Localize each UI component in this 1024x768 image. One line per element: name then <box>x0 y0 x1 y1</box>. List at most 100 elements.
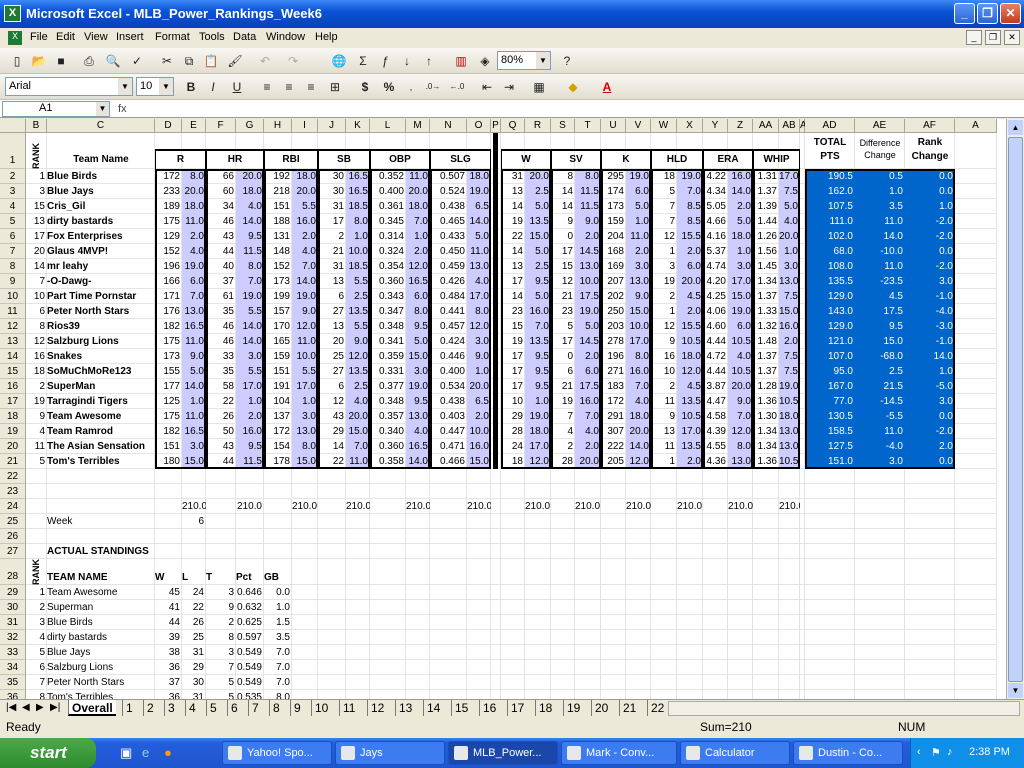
sort-ascending-icon[interactable]: ↓ <box>398 52 416 70</box>
category-points-cell[interactable]: 19.0 <box>677 169 703 184</box>
category-value-cell[interactable]: 175 <box>155 409 182 424</box>
category-value-cell[interactable]: 1.28 <box>753 379 779 394</box>
difference-change-cell[interactable]: 3.0 <box>855 454 905 469</box>
copy-icon[interactable]: ⧉ <box>180 52 198 70</box>
row-header[interactable]: 1 <box>0 133 26 169</box>
row-header[interactable]: 34 <box>0 660 26 675</box>
category-points-cell[interactable]: 14.0 <box>236 214 264 229</box>
category-header-slg[interactable]: SLG <box>430 151 491 169</box>
category-value-cell[interactable]: 22 <box>206 394 236 409</box>
category-points-cell[interactable]: 14.0 <box>626 439 651 454</box>
category-value-cell[interactable]: 180 <box>155 454 182 469</box>
category-points-cell[interactable]: 7.0 <box>626 379 651 394</box>
align-center-icon[interactable]: ≡ <box>280 78 298 96</box>
standings-title[interactable]: ACTUAL STANDINGS <box>47 544 206 559</box>
category-points-cell[interactable]: 18.0 <box>467 169 491 184</box>
category-value-cell[interactable]: 30 <box>318 184 346 199</box>
category-value-cell[interactable]: 189 <box>155 199 182 214</box>
category-value-cell[interactable]: 12 <box>651 319 677 334</box>
category-value-cell[interactable]: 17 <box>501 274 525 289</box>
category-value-cell[interactable]: 14 <box>551 199 575 214</box>
category-value-cell[interactable]: 19 <box>551 394 575 409</box>
category-value-cell[interactable]: 0.343 <box>370 289 406 304</box>
category-points-cell[interactable]: 8.0 <box>728 439 753 454</box>
row-header[interactable]: 11 <box>0 304 26 319</box>
standings-losses-cell[interactable]: 31 <box>182 645 206 660</box>
menu-help[interactable]: Help <box>315 31 338 43</box>
column-header-ad[interactable]: AD <box>805 119 855 133</box>
category-points-cell[interactable]: 20.0 <box>575 454 601 469</box>
category-value-cell[interactable]: 4.36 <box>703 454 728 469</box>
category-value-cell[interactable]: 11 <box>651 439 677 454</box>
category-value-cell[interactable]: 22 <box>501 229 525 244</box>
category-value-cell[interactable]: 4 <box>551 424 575 439</box>
category-points-cell[interactable]: 7.5 <box>779 289 800 304</box>
volume-icon[interactable]: ♪ <box>947 746 953 758</box>
difference-change-cell[interactable]: 11.0 <box>855 424 905 439</box>
chart-wizard-icon[interactable]: ▥ <box>452 52 470 70</box>
category-value-cell[interactable]: 17 <box>318 214 346 229</box>
category-points-cell[interactable]: 9.5 <box>525 274 551 289</box>
category-value-cell[interactable]: 196 <box>601 349 626 364</box>
category-value-cell[interactable]: 250 <box>601 304 626 319</box>
category-value-cell[interactable]: 1.45 <box>753 259 779 274</box>
category-value-cell[interactable]: 0.314 <box>370 229 406 244</box>
category-points-cell[interactable]: 4.0 <box>182 244 206 259</box>
category-points-cell[interactable]: 6.0 <box>575 364 601 379</box>
category-value-cell[interactable]: 7 <box>651 199 677 214</box>
category-points-cell[interactable]: 1.0 <box>292 394 318 409</box>
open-icon[interactable]: 📂 <box>30 52 48 70</box>
category-value-cell[interactable]: 3.87 <box>703 379 728 394</box>
category-points-cell[interactable]: 1.0 <box>406 229 430 244</box>
rank-change-cell[interactable]: 1.0 <box>905 364 955 379</box>
team-name-cell[interactable]: Team Awesome <box>47 409 155 424</box>
standings-team-cell[interactable]: Peter North Stars <box>47 675 155 690</box>
italic-icon[interactable]: I <box>204 78 222 96</box>
category-points-cell[interactable]: 20.0 <box>236 169 264 184</box>
standings-rank-cell[interactable]: 4 <box>26 630 47 645</box>
standings-gb-cell[interactable]: 0.0 <box>264 585 292 600</box>
fill-color-icon[interactable]: ◆ <box>564 78 582 96</box>
category-value-cell[interactable]: 18 <box>501 454 525 469</box>
difference-change-cell[interactable]: 14.0 <box>855 229 905 244</box>
doc-minimize-button[interactable]: _ <box>966 30 982 45</box>
rank-change-cell[interactable]: 2.0 <box>905 439 955 454</box>
category-value-cell[interactable]: 11 <box>651 394 677 409</box>
category-points-cell[interactable]: 13.0 <box>626 274 651 289</box>
row-header[interactable]: 10 <box>0 289 26 304</box>
rank-change-cell[interactable]: 0.0 <box>905 184 955 199</box>
category-points-cell[interactable]: 18.0 <box>525 424 551 439</box>
column-header-f[interactable]: F <box>206 119 236 133</box>
category-points-cell[interactable]: 9.0 <box>292 304 318 319</box>
category-value-cell[interactable]: 0.450 <box>430 244 467 259</box>
standings-ties-cell[interactable]: 7 <box>206 660 236 675</box>
category-points-cell[interactable]: 11.0 <box>406 169 430 184</box>
points-total-cell[interactable]: 210.0 <box>728 499 753 514</box>
category-points-cell[interactable]: 15.0 <box>346 424 370 439</box>
standings-gb-cell[interactable]: 3.5 <box>264 630 292 645</box>
rank-change-cell[interactable]: -5.0 <box>905 379 955 394</box>
row-header[interactable]: 28 <box>0 559 26 585</box>
rank-change-cell[interactable]: 14.0 <box>905 349 955 364</box>
category-points-cell[interactable]: 12.0 <box>346 349 370 364</box>
standings-ties-cell[interactable]: 5 <box>206 690 236 699</box>
category-points-cell[interactable]: 5.0 <box>779 199 800 214</box>
total-points-cell[interactable]: 102.0 <box>805 229 855 244</box>
category-value-cell[interactable]: 8 <box>551 169 575 184</box>
category-value-cell[interactable]: 5.05 <box>703 199 728 214</box>
category-points-cell[interactable]: 14.5 <box>575 334 601 349</box>
category-value-cell[interactable]: 34 <box>206 199 236 214</box>
borders-icon[interactable]: ▦ <box>530 78 548 96</box>
standings-wins-cell[interactable]: 39 <box>155 630 182 645</box>
category-points-cell[interactable]: 7.0 <box>236 274 264 289</box>
row-header[interactable]: 21 <box>0 454 26 469</box>
category-points-cell[interactable]: 10.0 <box>467 424 491 439</box>
category-points-cell[interactable]: 16.0 <box>779 319 800 334</box>
category-value-cell[interactable]: 19 <box>651 274 677 289</box>
category-value-cell[interactable]: 4.58 <box>703 409 728 424</box>
category-value-cell[interactable]: 50 <box>206 424 236 439</box>
category-points-cell[interactable]: 2.5 <box>525 184 551 199</box>
category-value-cell[interactable]: 169 <box>601 259 626 274</box>
category-points-cell[interactable]: 13.5 <box>677 394 703 409</box>
row-header[interactable]: 8 <box>0 259 26 274</box>
